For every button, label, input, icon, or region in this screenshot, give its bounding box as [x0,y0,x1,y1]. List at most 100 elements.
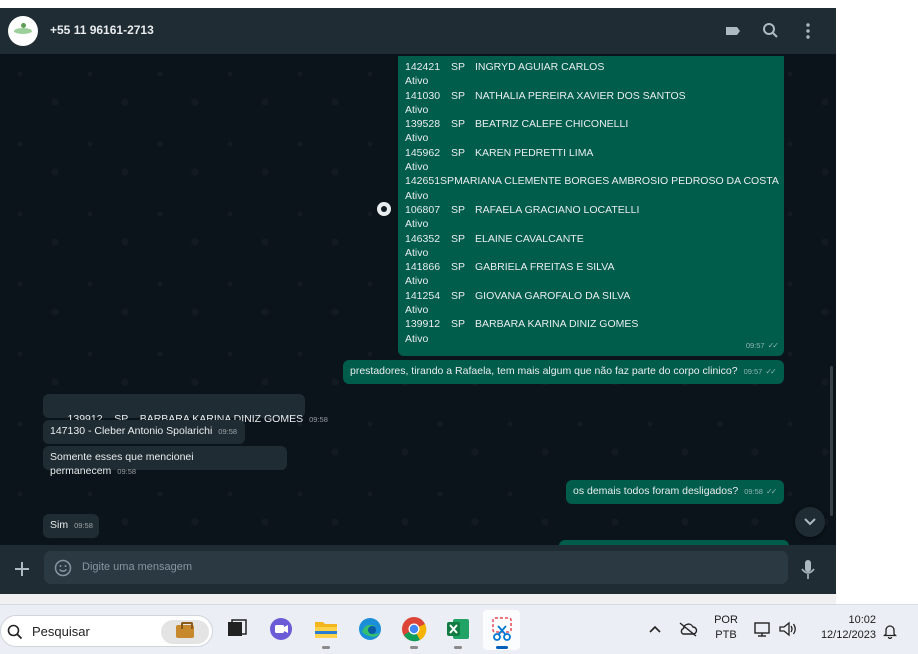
entry-name: MARIANA CLEMENTE BORGES AMBROSIO PEDROSO… [454,175,779,188]
message-time: 09:57 [745,340,765,350]
volume-icon[interactable] [778,620,798,643]
clock[interactable]: 10:02 12/12/2023 [810,613,876,643]
entry-state: SP [451,118,466,131]
entry-status: Ativo [405,161,429,174]
microphone-icon[interactable] [800,559,816,586]
list-entry-line: 141866 SP GABRIELA FREITAS E SILVA [405,260,777,274]
message-incoming[interactable]: Sim 09:58 [43,514,99,538]
entry-name: INGRYD AGUIAR CARLOS [475,61,605,73]
chevron-down-icon [804,518,816,526]
entry-name: NATHALIA PEREIRA XAVIER DOS SANTOS [475,89,686,102]
message-outgoing[interactable]: os demais todos foram desligados? 09:58 ✓✓ [566,480,784,504]
message-time: 09:57 [743,367,763,376]
label-icon[interactable] [723,21,743,41]
message-list[interactable]: 142421 SP INGRYD AGUIAR CARLOS Ativo 141030 S… [398,56,784,356]
task-view-icon[interactable] [223,615,251,643]
search-icon[interactable] [761,21,781,41]
search-label: Pesquisar [32,624,90,639]
teams-icon[interactable] [267,615,295,643]
message-incoming[interactable]: 139912 SP BARBARA KARINA DINIZ GOMES09:5… [43,394,328,425]
whatsapp-window: +55 11 96161-2713 142421 SP INGRYD AGUIAR … [0,8,836,594]
list-entry: 141254 SP GIOVANA GAROFALO DA SILVA Ativo [405,289,777,318]
list-entry: 141866 SP GABRIELA FREITAS E SILVA Ativo [405,260,777,289]
list-entry-line: 141030 SP NATHALIA PEREIRA XAVIER DOS SANT… [405,89,777,103]
entry-state: SP [440,175,455,188]
entry-state: SP [451,261,466,274]
entry-id: 145962 [405,146,441,159]
work-bag-icon[interactable] [161,620,209,644]
message-incoming[interactable]: 147130 - Cleber Antonio Spolarichi 09:58 [43,420,245,444]
entry-name: GIOVANA GAROFALO DA SILVA [475,289,631,302]
reaction-icon[interactable] [377,202,391,216]
read-ticks-icon: ✓✓ [767,340,779,350]
menu-icon[interactable] [798,21,818,41]
list-entry: 106807 SP RAFAELA GRACIANO LOCATELLI Ativo [405,203,777,232]
notification-bell-icon[interactable] [882,623,898,644]
message-input[interactable]: Digite uma mensagem [44,551,788,584]
running-indicator [322,646,330,649]
list-entry: 139528 SP BEATRIZ CALEFE CHICONELLI Ativo [405,117,777,146]
message-time: 09:58 [117,467,137,477]
chat-scrollbar[interactable] [830,366,833,516]
entry-status: Ativo [405,304,429,317]
desktop-area [836,0,918,604]
entry-id: 142651 [405,175,441,188]
snipping-tool-icon[interactable] [488,615,516,649]
list-entry-line: 142651 SP MARIANA CLEMENTE BORGES AMBROSIO… [405,174,779,188]
taskbar-search[interactable]: Pesquisar [0,615,213,647]
running-indicator [454,646,462,649]
contact-name[interactable]: +55 11 96161-2713 [50,23,154,37]
entry-id: 141866 [405,261,441,274]
taskbar: Pesquisar POR PTB 10:02 12/12/2023 [0,604,918,654]
list-entry-line: 142421 SP INGRYD AGUIAR CARLOS [405,60,777,74]
entry-id: 142421 [405,61,441,73]
entry-status: Ativo [405,132,429,145]
running-indicator [410,646,418,649]
message-outgoing[interactable]: prestadores, tirando a Rafaela, tem mais… [343,360,784,384]
entry-name: BARBARA KARINA DINIZ GOMES [475,318,639,331]
entry-id: 146352 [405,232,441,245]
entry-id: 139912 [405,318,441,331]
attach-plus-icon[interactable] [12,559,32,584]
clock-time: 10:02 [848,614,876,626]
entry-name: KAREN PEDRETTI LIMA [475,146,594,159]
contact-avatar[interactable] [8,16,38,46]
edge-icon[interactable] [356,615,384,643]
chat-header[interactable]: +55 11 96161-2713 [0,8,836,54]
entry-state: SP [451,89,466,102]
list-entry-line: 139528 SP BEATRIZ CALEFE CHICONELLI [405,117,777,131]
list-entry-line: 106807 SP RAFAELA GRACIANO LOCATELLI [405,203,777,217]
display-icon[interactable] [754,620,772,643]
message-incoming[interactable]: Somente esses que mencionei permanecem 09… [43,446,287,477]
list-entry-line: 146352 SP ELAINE CAVALCANTE [405,232,777,246]
search-icon [7,624,23,645]
file-explorer-icon[interactable] [312,615,340,649]
entry-name: GABRIELA FREITAS E SILVA [475,261,615,274]
entry-id: 141030 [405,89,441,102]
message-time: 09:58 [744,487,763,496]
list-entry-line: 139912 SP BARBARA KARINA DINIZ GOMES [405,317,777,331]
entry-status: Ativo [405,189,429,202]
entry-id: 141254 [405,289,441,302]
entry-state: SP [451,318,466,331]
emoji-icon[interactable] [54,559,72,582]
keyboard-layout: PTB [715,629,737,641]
scroll-to-bottom-button[interactable] [795,507,825,537]
tray-chevron-up-icon[interactable] [648,622,662,640]
message-meta: 09:57 ✓✓ [740,338,779,353]
message-time: 09:58 [309,415,328,425]
message-input-placeholder: Digite uma mensagem [82,561,193,573]
entry-status: Ativo [405,75,429,88]
avatar-logo-leaf [14,28,32,34]
entry-status: Ativo [405,218,429,231]
chrome-icon[interactable] [400,615,428,649]
message-time: 09:58 [218,427,238,436]
entry-state: SP [451,232,466,245]
read-ticks-icon: ✓✓ [765,487,777,496]
entry-status: Ativo [405,332,429,345]
excel-icon[interactable] [444,615,472,649]
chat-area[interactable]: 142421 SP INGRYD AGUIAR CARLOS Ativo 141030 S… [0,54,836,545]
language-indicator[interactable]: POR PTB [712,613,740,643]
cloud-offline-icon[interactable] [678,621,698,642]
composer-bar: Digite uma mensagem [0,545,836,594]
